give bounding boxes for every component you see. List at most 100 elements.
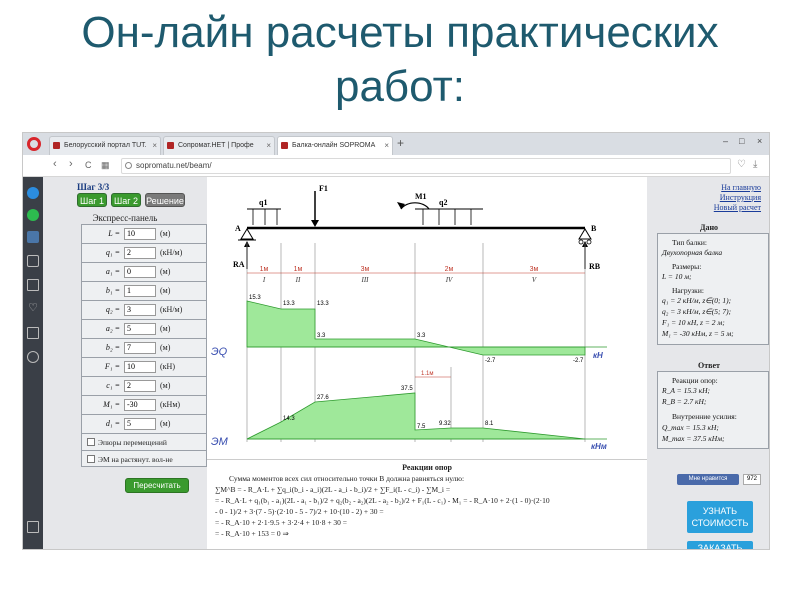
param-row: b₂ = 7 (м) xyxy=(81,338,207,357)
order-button[interactable]: ЗАКАЗАТЬ xyxy=(687,541,753,549)
sidebar-toggle-icon[interactable] xyxy=(27,521,39,533)
close-icon[interactable]: × xyxy=(266,137,271,154)
equation-line: Сумма моментов всех сил относительно точ… xyxy=(229,474,465,483)
eq-unit: кН xyxy=(593,351,603,360)
param-input[interactable]: 5 xyxy=(124,323,156,335)
like-count: 972 xyxy=(743,474,761,485)
q-value: 3.3 xyxy=(417,333,426,339)
tab-bar: Белорусский портал TUT. × Сопромат.НЕТ |… xyxy=(23,133,769,155)
stretched-fiber-checkbox[interactable] xyxy=(87,455,95,463)
param-row: c₁ = 2 (м) xyxy=(81,376,207,395)
like-button[interactable]: Мне нравится xyxy=(677,474,739,485)
reactions-section: Реакции опор Сумма моментов всех сил отн… xyxy=(207,459,647,549)
equation-line: = - R_A·10 + 2·1·9.5 + 3·2·4 + 10·8 + 30… xyxy=(215,518,348,527)
news-icon[interactable] xyxy=(27,327,39,339)
param-input[interactable]: -30 xyxy=(124,399,156,411)
whatsapp-icon[interactable] xyxy=(27,209,39,221)
messenger-icon[interactable] xyxy=(27,187,39,199)
param-input[interactable]: 7 xyxy=(124,342,156,354)
tab-sopromat[interactable]: Сопромат.НЕТ | Профе × xyxy=(163,136,275,155)
speed-dial-icon[interactable] xyxy=(27,279,39,291)
m-value: 37.5 xyxy=(401,386,413,392)
ra-label: RA xyxy=(233,260,245,269)
page-content: Шаг 3/3 Шаг 1 Шаг 2 Решение Экспресс-пан… xyxy=(43,177,769,549)
solution-button[interactable]: Решение xyxy=(145,193,185,207)
vk-icon[interactable] xyxy=(27,231,39,243)
param-input[interactable]: 3 xyxy=(124,304,156,316)
new-calc-link[interactable]: Новый расчет xyxy=(714,203,761,212)
favicon-icon xyxy=(167,142,174,149)
given-title: Дано xyxy=(699,223,719,232)
heart-icon[interactable]: ♡ xyxy=(737,159,746,170)
url-input[interactable]: sopromatu.net/beam/ xyxy=(121,158,731,174)
beam-diagram: q1 F1 M1 q2 A B RA RB 1м 1м 3м 2м 3м I I… xyxy=(211,184,607,451)
recalculate-button[interactable]: Пересчитать xyxy=(125,478,189,493)
param-input[interactable]: 10 xyxy=(124,361,156,373)
slide-title-line2: работ: xyxy=(334,62,466,111)
equation-line: = - R_A·10 + 153 = 0 ⇒ xyxy=(215,529,289,538)
param-input[interactable]: 0 xyxy=(124,266,156,278)
param-row: M₁ = -30 (кНм) xyxy=(81,395,207,414)
q-value: -2.7 xyxy=(485,358,496,364)
segment-length: 3м xyxy=(530,266,539,273)
param-row: a₁ = 0 (м) xyxy=(81,262,207,281)
opera-sidebar: ♡ xyxy=(23,177,43,549)
param-input[interactable]: 2 xyxy=(124,247,156,259)
segment-length: 2м xyxy=(445,266,454,273)
moment-m1-head xyxy=(397,202,405,209)
moment-m1-arc xyxy=(400,202,430,210)
equation-line: - 0 - 1)/2 + 3·(7 - 5)·(2·10 - 5 - 7)/2 … xyxy=(215,507,384,516)
stretched-fiber-checkbox-row[interactable]: ЭМ на растянут. вол-не xyxy=(81,450,207,467)
home-grid-icon[interactable]: ▦ xyxy=(101,160,110,171)
express-panel-title: Экспресс-панель xyxy=(92,213,158,223)
answer-box: Реакции опор: R_A = 15.3 кН; R_B = 2.7 к… xyxy=(657,371,769,449)
download-icon[interactable]: ⤓ xyxy=(753,159,757,170)
param-input[interactable]: 1 xyxy=(124,285,156,297)
camera-icon[interactable] xyxy=(27,255,39,267)
roller-icon xyxy=(586,239,592,245)
dimension-label: 1.1м xyxy=(421,371,433,377)
forward-button[interactable]: › xyxy=(69,158,73,170)
displacement-checkbox[interactable] xyxy=(87,438,95,446)
step1-button[interactable]: Шаг 1 xyxy=(77,193,107,207)
step2-button[interactable]: Шаг 2 xyxy=(111,193,141,207)
info-panel: На главную Инструкция Новый расчет Дано … xyxy=(647,177,769,549)
q-value: -2.7 xyxy=(573,358,584,364)
displacement-checkbox-row[interactable]: Эпюры перемещений xyxy=(81,433,207,450)
param-row: b₁ = 1 (м) xyxy=(81,281,207,300)
learn-cost-button[interactable]: УЗНАТЬ СТОИМОСТЬ xyxy=(687,501,753,533)
maximize-icon[interactable]: □ xyxy=(739,136,744,146)
favicon-icon xyxy=(53,142,60,149)
q-value: 3.3 xyxy=(317,333,326,339)
force-f1-head xyxy=(311,220,319,227)
param-input[interactable]: 5 xyxy=(124,418,156,430)
em-unit: кНм xyxy=(591,442,607,451)
back-button[interactable]: ‹ xyxy=(53,158,57,170)
q1-label: q1 xyxy=(259,198,267,207)
segment-length: 1м xyxy=(260,266,269,273)
tab-tut[interactable]: Белорусский портал TUT. × xyxy=(49,136,161,155)
home-link[interactable]: На главную xyxy=(721,183,761,192)
support-a-label: A xyxy=(235,224,241,233)
opera-logo-icon[interactable] xyxy=(27,137,41,151)
step-indicator: Шаг 3/3 xyxy=(77,182,110,192)
tab-beam-online[interactable]: Балка-онлайн SOPROMA × xyxy=(277,136,393,155)
slide-title: Он-лайн расчеты практических работ: xyxy=(0,6,800,114)
param-input[interactable]: 10 xyxy=(124,228,156,240)
m-value: 14.3 xyxy=(283,416,295,422)
instructions-link[interactable]: Инструкция xyxy=(720,193,761,202)
new-tab-button[interactable]: + xyxy=(397,136,404,150)
eq-label: ЭQ xyxy=(211,346,228,358)
param-input[interactable]: 2 xyxy=(124,380,156,392)
close-window-icon[interactable]: × xyxy=(757,136,762,146)
close-icon[interactable]: × xyxy=(384,137,389,154)
reload-button[interactable]: C xyxy=(85,160,92,170)
close-icon[interactable]: × xyxy=(152,137,157,154)
q2-label: q2 xyxy=(439,198,447,207)
equation-line: ∑M^B = - R_A·L + ∑q_i(b_i - a_i)(2L - a_… xyxy=(215,485,451,494)
minimize-icon[interactable]: – xyxy=(723,136,728,146)
param-row: d₁ = 5 (м) xyxy=(81,414,207,433)
q-value: 15.3 xyxy=(249,295,261,301)
history-clock-icon[interactable] xyxy=(27,351,39,363)
heart-icon[interactable]: ♡ xyxy=(27,303,39,315)
